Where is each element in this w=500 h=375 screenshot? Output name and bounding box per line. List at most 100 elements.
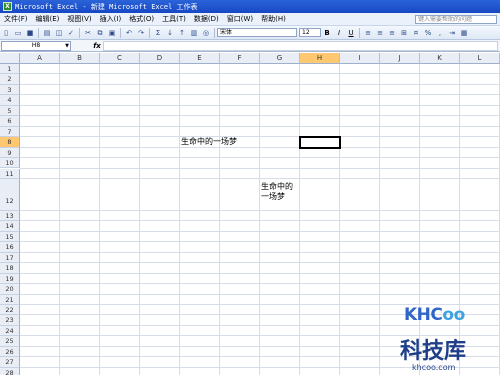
menu-tools[interactable]: 工具(T) (158, 13, 190, 26)
align-right-icon[interactable]: ≡ (387, 28, 397, 38)
column-header-k[interactable]: K (420, 53, 460, 64)
menu-help[interactable]: 帮助(H) (257, 13, 290, 26)
cell-e8-text[interactable]: 生命中的一场梦 (181, 136, 237, 147)
menu-format[interactable]: 格式(O) (125, 13, 158, 26)
row-header-2[interactable]: 2 (0, 74, 20, 85)
sort-descending-icon[interactable]: ↑ (177, 28, 187, 38)
align-left-icon[interactable]: ≡ (363, 28, 373, 38)
zoom-icon[interactable]: ◎ (201, 28, 211, 38)
column-header-f[interactable]: F (220, 53, 260, 64)
row-header-25[interactable]: 25 (0, 336, 20, 347)
menu-window[interactable]: 窗口(W) (223, 13, 257, 26)
name-box[interactable]: H8 ▼ (1, 40, 71, 51)
active-cell-h8[interactable] (299, 136, 341, 149)
column-header-g[interactable]: G (260, 53, 300, 64)
row-header-10[interactable]: 10 (0, 158, 20, 169)
column-header-c[interactable]: C (100, 53, 140, 64)
sort-ascending-icon[interactable]: ↓ (165, 28, 175, 38)
print-preview-icon[interactable]: ◫ (54, 28, 64, 38)
bold-button[interactable]: B (322, 28, 332, 38)
toolbar-separator (79, 27, 80, 38)
column-header-d[interactable]: D (140, 53, 180, 64)
grid-row-line (20, 83, 500, 85)
row-header-18[interactable]: 18 (0, 263, 20, 274)
comma-style-icon[interactable]: , (435, 28, 445, 38)
insert-function-icon[interactable]: fx (91, 42, 103, 50)
redo-icon[interactable]: ↷ (136, 28, 146, 38)
cut-icon[interactable]: ✂ (83, 28, 93, 38)
new-file-icon[interactable]: ▯ (1, 28, 11, 38)
select-all-corner[interactable] (0, 53, 20, 64)
menu-data[interactable]: 数据(D) (190, 13, 223, 26)
paste-icon[interactable]: ▣ (107, 28, 117, 38)
row-header-4[interactable]: 4 (0, 95, 20, 106)
currency-icon[interactable]: ¤ (411, 28, 421, 38)
undo-icon[interactable]: ↶ (124, 28, 134, 38)
column-header-h[interactable]: H (300, 53, 340, 64)
row-header-11[interactable]: 11 (0, 168, 20, 179)
row-header-6[interactable]: 6 (0, 116, 20, 127)
grid-row-line (20, 220, 500, 222)
grid-row-line (20, 146, 500, 148)
menu-edit[interactable]: 编辑(E) (32, 13, 64, 26)
font-size-select[interactable]: 12 (299, 28, 321, 37)
open-folder-icon[interactable]: ▭ (13, 28, 23, 38)
underline-button[interactable]: U (346, 28, 356, 38)
chevron-down-icon[interactable]: ▼ (65, 42, 69, 50)
row-header-23[interactable]: 23 (0, 315, 20, 326)
percent-icon[interactable]: % (423, 28, 433, 38)
row-header-14[interactable]: 14 (0, 221, 20, 232)
row-header-1[interactable]: 1 (0, 64, 20, 75)
row-header-26[interactable]: 26 (0, 346, 20, 358)
column-header-l[interactable]: L (460, 53, 500, 64)
column-header-a[interactable]: A (20, 53, 60, 64)
autosum-icon[interactable]: Σ (153, 28, 163, 38)
row-header-17[interactable]: 17 (0, 252, 20, 264)
row-header-8[interactable]: 8 (0, 137, 20, 148)
column-header-e[interactable]: E (180, 53, 220, 64)
grid-row-line (20, 251, 500, 253)
menu-view[interactable]: 视图(V) (63, 13, 95, 26)
formula-input[interactable] (103, 40, 498, 51)
menu-insert[interactable]: 插入(I) (96, 13, 126, 26)
spellcheck-icon[interactable]: ✓ (66, 28, 76, 38)
row-header-3[interactable]: 3 (0, 84, 20, 96)
row-header-21[interactable]: 21 (0, 294, 20, 305)
borders-icon[interactable]: ▦ (459, 28, 469, 38)
row-header-12[interactable]: 12 (0, 178, 20, 211)
grid-row-line (20, 209, 500, 211)
row-header-19[interactable]: 19 (0, 273, 20, 285)
row-header-9[interactable]: 9 (0, 147, 20, 159)
column-header-j[interactable]: J (380, 53, 420, 64)
merge-center-icon[interactable]: ⊞ (399, 28, 409, 38)
column-header-i[interactable]: I (340, 53, 380, 64)
row-header-22[interactable]: 22 (0, 305, 20, 316)
row-header-13[interactable]: 13 (0, 210, 20, 222)
column-header-b[interactable]: B (60, 53, 100, 64)
indent-icon[interactable]: ⇥ (447, 28, 457, 38)
grid-row-line (20, 262, 500, 264)
row-header-5[interactable]: 5 (0, 105, 20, 117)
grid-row-line (20, 115, 500, 117)
row-header-7[interactable]: 7 (0, 126, 20, 138)
row-header-15[interactable]: 15 (0, 231, 20, 243)
align-center-icon[interactable]: ≡ (375, 28, 385, 38)
italic-button[interactable]: I (334, 28, 344, 38)
watermark-url: khcoo.com (412, 363, 456, 372)
copy-icon[interactable]: ⧉ (95, 28, 105, 38)
menu-file[interactable]: 文件(F) (0, 13, 32, 26)
save-icon[interactable]: ■ (25, 28, 35, 38)
cell-g12-text-line2[interactable]: 一场梦 (261, 191, 285, 202)
row-header-24[interactable]: 24 (0, 325, 20, 337)
name-box-value: H8 (31, 41, 41, 49)
watermark-logo: KHCoo (404, 305, 465, 325)
row-header-20[interactable]: 20 (0, 284, 20, 295)
help-search-input[interactable]: 键入需要帮助的问题 (415, 15, 497, 24)
row-header-27[interactable]: 27 (0, 357, 20, 368)
row-header-16[interactable]: 16 (0, 242, 20, 253)
excel-window: X Microsoft Excel - 新建 Microsoft Excel 工… (0, 0, 500, 375)
chart-wizard-icon[interactable]: ▥ (189, 28, 199, 38)
font-name-select[interactable]: 宋体 (217, 28, 297, 37)
print-icon[interactable]: ▤ (42, 28, 52, 38)
row-header-28[interactable]: 28 (0, 367, 20, 375)
